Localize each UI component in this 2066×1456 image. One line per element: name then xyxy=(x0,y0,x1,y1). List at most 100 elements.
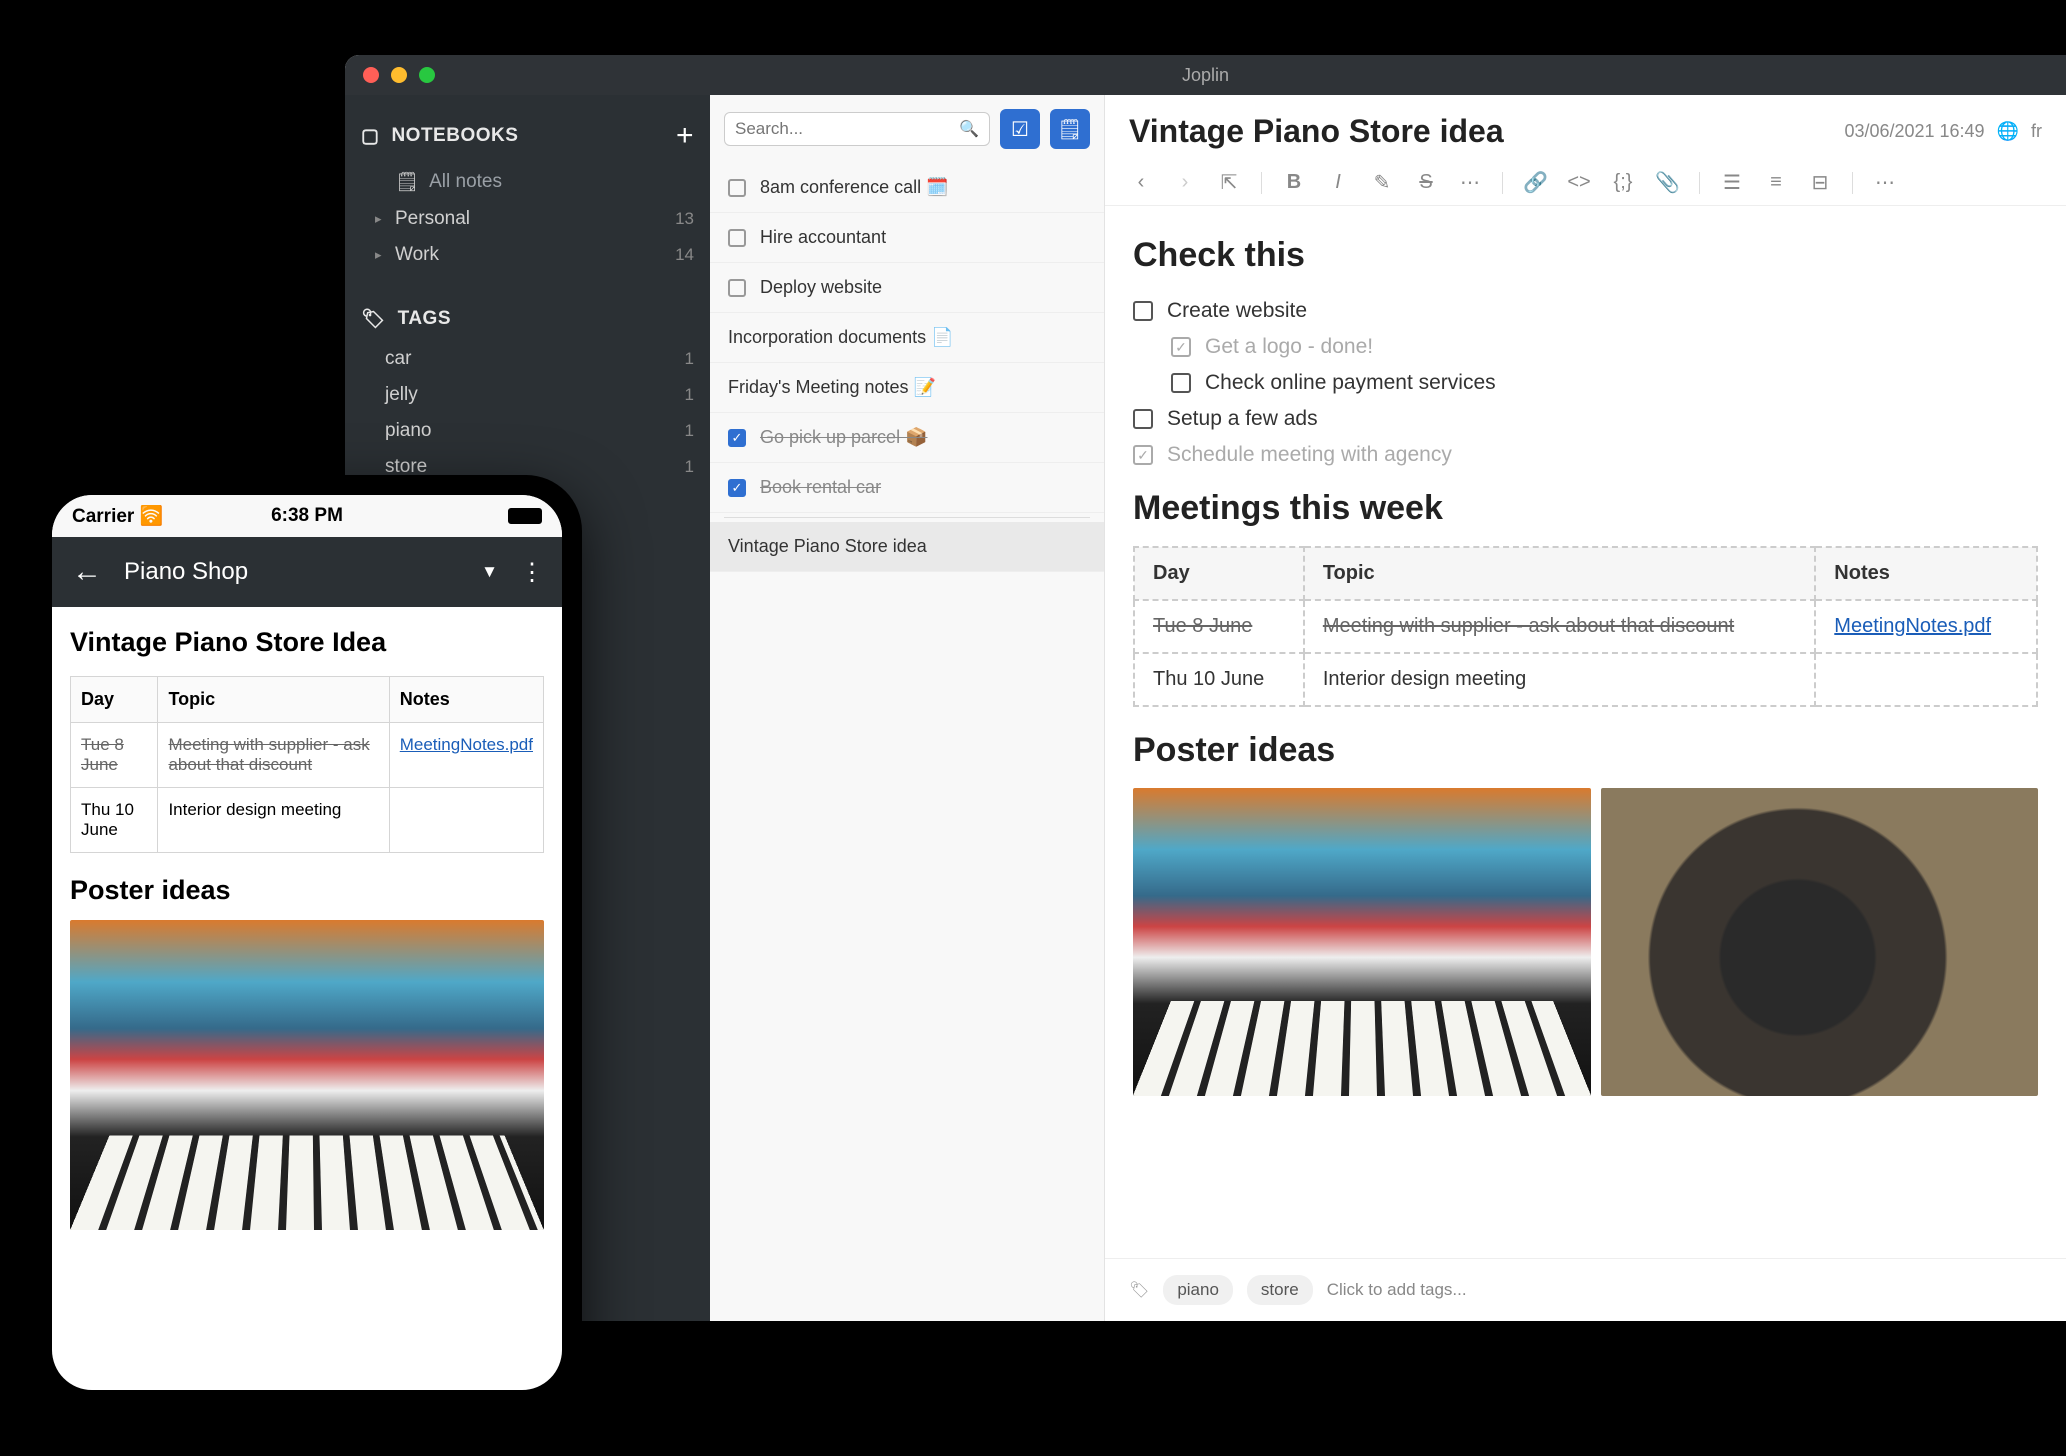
close-window-button[interactable] xyxy=(363,67,379,83)
new-note-button[interactable]: 🗒 xyxy=(1050,109,1090,149)
globe-icon[interactable]: 🌐 xyxy=(1997,121,2019,142)
note-title[interactable]: Vintage Piano Store idea xyxy=(1129,113,1504,150)
more-options-button[interactable]: ⋮ xyxy=(520,558,542,587)
table-row: Thu 10 JuneInterior design meeting xyxy=(1134,653,2037,706)
sidebar-item-work[interactable]: ▸ Work 14 xyxy=(345,237,710,273)
checkbox-icon[interactable]: ✓ xyxy=(1171,337,1191,357)
notebook-icon: ▢ xyxy=(361,125,379,148)
link-button[interactable]: 🔗 xyxy=(1523,170,1547,195)
window-title: Joplin xyxy=(1182,65,1229,86)
note-list-item[interactable]: 8am conference call 🗓️ xyxy=(710,163,1104,213)
todo-checkbox[interactable] xyxy=(728,229,746,247)
note-list-item[interactable]: Vintage Piano Store idea xyxy=(710,522,1104,572)
note-item-title: Friday's Meeting notes 📝 xyxy=(728,377,936,398)
mobile-device: Carrier 🛜 6:38 PM ← Piano Shop ▼ ⋮ Vinta… xyxy=(32,475,582,1410)
notebooks-header: ▢ NOTEBOOKS + xyxy=(345,109,710,163)
checkbox-icon[interactable] xyxy=(1133,409,1153,429)
editor-body[interactable]: Check this Create website✓Get a logo - d… xyxy=(1105,206,2066,1258)
checkbox-icon[interactable]: ✓ xyxy=(1133,445,1153,465)
todo-checkbox[interactable] xyxy=(728,279,746,297)
mobile-heading-posters: Poster ideas xyxy=(70,875,544,906)
numbered-list-button[interactable]: ≡ xyxy=(1764,171,1788,194)
heading-check-this: Check this xyxy=(1133,236,2038,275)
inline-code-button[interactable]: {;} xyxy=(1611,171,1635,194)
th-notes: Notes xyxy=(1815,547,2037,600)
sidebar-tag-piano[interactable]: piano 1 xyxy=(345,413,710,449)
back-button[interactable]: ← xyxy=(72,555,102,589)
dropdown-button[interactable]: ▼ xyxy=(481,562,498,582)
th-topic: Topic xyxy=(1304,547,1815,600)
highlight-button[interactable]: ✎ xyxy=(1370,170,1394,195)
checklist-item[interactable]: ✓Get a logo - done! xyxy=(1171,329,2038,365)
attachment-link[interactable]: MeetingNotes.pdf xyxy=(1834,615,1991,637)
checklist-item[interactable]: Setup a few ads xyxy=(1133,401,2038,437)
search-box[interactable]: 🔍 xyxy=(724,112,990,146)
note-item-title: Vintage Piano Store idea xyxy=(728,536,927,557)
note-date: 03/06/2021 16:49 xyxy=(1844,121,1984,142)
checkbox-icon[interactable] xyxy=(1133,301,1153,321)
minimize-window-button[interactable] xyxy=(391,67,407,83)
note-item-title: Deploy website xyxy=(760,277,882,298)
todo-checkbox[interactable]: ✓ xyxy=(728,479,746,497)
checklist-item[interactable]: ✓Schedule meeting with agency xyxy=(1133,437,2038,473)
external-link-icon[interactable]: ⇱ xyxy=(1217,170,1241,195)
tag-chip-store[interactable]: store xyxy=(1247,1275,1313,1305)
checklist-item[interactable]: Create website xyxy=(1133,293,2038,329)
add-notebook-button[interactable]: + xyxy=(676,119,694,153)
checklist-button[interactable]: ⊟ xyxy=(1808,170,1832,195)
note-item-title: Go pick up parcel 📦 xyxy=(760,427,927,448)
maximize-window-button[interactable] xyxy=(419,67,435,83)
nav-back-button[interactable]: ‹ xyxy=(1129,171,1153,194)
note-list-item[interactable]: Deploy website xyxy=(710,263,1104,313)
traffic-lights xyxy=(363,67,435,83)
note-list-item[interactable]: Friday's Meeting notes 📝 xyxy=(710,363,1104,413)
more-button[interactable]: ⋯ xyxy=(1873,170,1897,195)
sidebar-item-all-notes[interactable]: 🗒 All notes xyxy=(345,163,710,201)
italic-button[interactable]: I xyxy=(1326,171,1350,194)
search-icon: 🔍 xyxy=(959,119,979,139)
editor: Vintage Piano Store idea 03/06/2021 16:4… xyxy=(1105,95,2066,1321)
checkbox-icon[interactable] xyxy=(1171,373,1191,393)
sidebar-item-personal[interactable]: ▸ Personal 13 xyxy=(345,201,710,237)
todo-checkbox[interactable] xyxy=(728,179,746,197)
tag-footer: 🏷 piano store Click to add tags... xyxy=(1105,1258,2066,1321)
tags-label: TAGS xyxy=(398,308,451,330)
attachment-button[interactable]: 📎 xyxy=(1655,170,1679,195)
search-input[interactable] xyxy=(735,119,959,139)
new-todo-button[interactable]: ☑ xyxy=(1000,109,1040,149)
attachment-link[interactable]: MeetingNotes.pdf xyxy=(400,735,533,754)
nav-forward-button[interactable]: › xyxy=(1173,171,1197,194)
th-day: Day xyxy=(1134,547,1304,600)
code-button[interactable]: <> xyxy=(1567,171,1591,194)
note-list-item[interactable]: ✓ Book rental car xyxy=(710,463,1104,513)
bold-button[interactable]: B xyxy=(1282,171,1306,194)
notebooks-label: NOTEBOOKS xyxy=(391,125,518,147)
todo-checkbox[interactable]: ✓ xyxy=(728,429,746,447)
table-row: Tue 8 JuneMeeting with supplier - ask ab… xyxy=(71,723,544,788)
all-notes-label: All notes xyxy=(429,171,694,193)
tag-icon: 🏷 xyxy=(1129,1280,1149,1300)
battery-icon xyxy=(508,508,542,524)
tag-chip-piano[interactable]: piano xyxy=(1163,1275,1233,1305)
strike-button[interactable]: S xyxy=(1414,171,1438,194)
mobile-note-body[interactable]: Vintage Piano Store Idea Day Topic Notes… xyxy=(52,607,562,1390)
editor-toolbar: ‹ › ⇱ B I ✎ S ⋯ 🔗 <> {;} 📎 ☰ ≡ ⊟ ⋯ xyxy=(1105,160,2066,206)
checklist-item[interactable]: Check online payment services xyxy=(1171,365,2038,401)
poster-image-turntable xyxy=(1601,788,2038,1096)
lang-indicator[interactable]: fr xyxy=(2031,121,2042,142)
bulleted-list-button[interactable]: ☰ xyxy=(1720,170,1744,195)
mobile-note-title: Vintage Piano Store Idea xyxy=(70,627,544,658)
note-list-item[interactable]: Incorporation documents 📄 xyxy=(710,313,1104,363)
sidebar-tag-car[interactable]: car 1 xyxy=(345,341,710,377)
notes-icon: 🗒 xyxy=(395,170,419,194)
tag-icon: 🏷 xyxy=(361,307,386,331)
note-item-title: Book rental car xyxy=(760,477,881,498)
note-list-item[interactable]: Hire accountant xyxy=(710,213,1104,263)
note-list-item[interactable]: ✓ Go pick up parcel 📦 xyxy=(710,413,1104,463)
wifi-icon: 🛜 xyxy=(140,506,164,527)
meetings-table: Day Topic Notes Tue 8 JuneMeeting with s… xyxy=(1133,546,2038,707)
add-tag-input[interactable]: Click to add tags... xyxy=(1327,1280,1467,1300)
note-list: 🔍 ☑ 🗒 8am conference call 🗓️Hire account… xyxy=(710,95,1105,1321)
sidebar-tag-jelly[interactable]: jelly 1 xyxy=(345,377,710,413)
more-format-button[interactable]: ⋯ xyxy=(1458,170,1482,195)
